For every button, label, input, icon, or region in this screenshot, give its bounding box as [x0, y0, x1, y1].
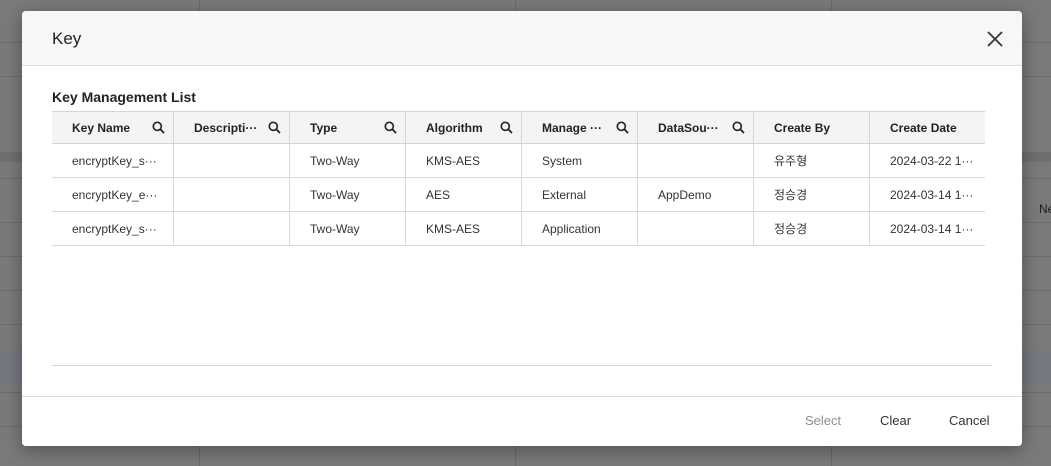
column-header-label: Type: [310, 120, 338, 135]
cell-key-name: encryptKey_s···: [52, 212, 174, 245]
cell-description: [174, 144, 290, 177]
key-management-table: Key Name Descripti··· Type Algorithm Man…: [52, 111, 985, 246]
column-header-label: DataSou···: [658, 120, 719, 135]
table-row[interactable]: encryptKey_e··· Two-Way AES External App…: [52, 178, 985, 212]
column-header-label: Key Name: [72, 120, 131, 135]
cell-datasource: AppDemo: [638, 178, 754, 211]
cancel-button[interactable]: Cancel: [949, 413, 989, 428]
dialog-footer: Select Clear Cancel: [22, 396, 1022, 446]
column-header-algorithm[interactable]: Algorithm: [406, 112, 522, 143]
cell-create-date: 2024-03-14 1···: [890, 187, 974, 202]
cell-algorithm: AES: [406, 178, 522, 211]
column-header-type[interactable]: Type: [290, 112, 406, 143]
search-icon[interactable]: [152, 121, 165, 134]
search-icon[interactable]: [384, 121, 397, 134]
column-header-key-name[interactable]: Key Name: [52, 112, 174, 143]
column-header-create-date[interactable]: Create Date: [870, 112, 985, 143]
column-header-label: Create Date: [890, 120, 957, 135]
cell-description: [174, 178, 290, 211]
cell-create-date: 2024-03-14 1···: [890, 221, 974, 236]
column-header-label: Descripti···: [194, 120, 258, 135]
clear-button[interactable]: Clear: [880, 413, 911, 428]
cell-create-date: 2024-03-22 1···: [890, 153, 974, 168]
cell-key-name: encryptKey_e···: [52, 178, 174, 211]
cell-datasource: [638, 212, 754, 245]
column-header-label: Manage ···: [542, 120, 602, 135]
search-icon[interactable]: [616, 121, 629, 134]
cell-key-name: encryptKey_s···: [52, 144, 174, 177]
select-button[interactable]: Select: [805, 413, 841, 428]
cell-description: [174, 212, 290, 245]
background-partial-text: Ne: [1039, 202, 1051, 216]
table-row[interactable]: encryptKey_s··· Two-Way KMS-AES System 유…: [52, 144, 985, 178]
column-header-label: Algorithm: [426, 120, 483, 135]
table-header: Key Name Descripti··· Type Algorithm Man…: [52, 111, 985, 144]
cell-manage: Application: [522, 212, 638, 245]
search-icon[interactable]: [268, 121, 281, 134]
list-title: Key Management List: [52, 89, 196, 105]
table-row[interactable]: encryptKey_s··· Two-Way KMS-AES Applicat…: [52, 212, 985, 246]
close-button[interactable]: [982, 26, 1008, 52]
key-dialog: Key Key Management List Key Name Descrip…: [22, 11, 1022, 446]
cell-datasource: [638, 144, 754, 177]
cell-create-by: 정승경: [754, 178, 870, 211]
column-header-manage[interactable]: Manage ···: [522, 112, 638, 143]
search-icon[interactable]: [732, 121, 745, 134]
cell-manage: External: [522, 178, 638, 211]
close-icon: [987, 31, 1003, 47]
column-header-description[interactable]: Descripti···: [174, 112, 290, 143]
column-header-create-by[interactable]: Create By: [754, 112, 870, 143]
cell-create-by: 유주형: [754, 144, 870, 177]
dialog-title: Key: [52, 29, 82, 48]
cell-type: Two-Way: [290, 178, 406, 211]
table-bottom-divider: [52, 365, 992, 366]
cell-create-by: 정승경: [754, 212, 870, 245]
cell-type: Two-Way: [290, 144, 406, 177]
cell-type: Two-Way: [290, 212, 406, 245]
cell-algorithm: KMS-AES: [406, 144, 522, 177]
cell-algorithm: KMS-AES: [406, 212, 522, 245]
dialog-header: Key: [22, 11, 1022, 66]
column-header-datasource[interactable]: DataSou···: [638, 112, 754, 143]
cell-manage: System: [522, 144, 638, 177]
search-icon[interactable]: [500, 121, 513, 134]
column-header-label: Create By: [774, 120, 831, 135]
